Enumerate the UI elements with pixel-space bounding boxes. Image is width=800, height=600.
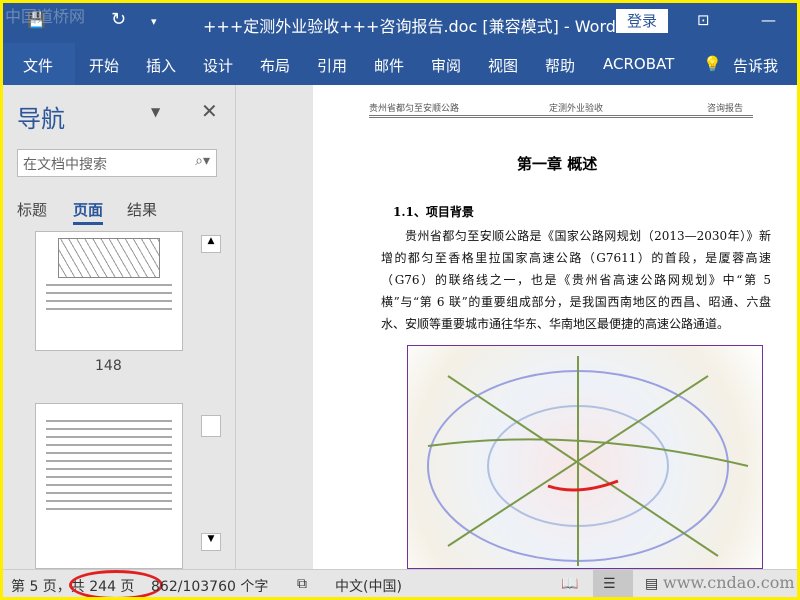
nav-title: 导航 xyxy=(17,105,65,133)
ribbon-display-icon[interactable]: ⊡ xyxy=(697,11,710,29)
lightbulb-icon: 💡 xyxy=(703,55,722,73)
annotation-circle xyxy=(69,570,163,597)
tab-help[interactable]: 帮助 xyxy=(545,55,575,76)
tell-me-button[interactable]: 告诉我 xyxy=(733,55,778,76)
road-network-map-image xyxy=(407,345,763,569)
language-indicator[interactable]: 中文(中国) xyxy=(335,576,402,596)
tab-pages[interactable]: 页面 xyxy=(73,199,104,225)
tab-design[interactable]: 设计 xyxy=(203,55,233,76)
tab-home[interactable]: 开始 xyxy=(89,55,119,76)
watermark-logo: 中国道桥网 xyxy=(5,7,86,26)
proofing-icon[interactable]: ⧉ xyxy=(297,576,307,592)
thumbnail-scrollbar[interactable]: ▲ ▼ xyxy=(201,235,221,551)
tab-file[interactable]: 文件 xyxy=(23,55,53,76)
document-area: 贵州省都匀至安顺公路 定测外业验收 咨询报告 第一章 概述 1.1、项目背景 贵… xyxy=(237,85,797,569)
section-heading: 1.1、项目背景 xyxy=(393,205,474,219)
search-input[interactable]: 在文档中搜索 ⌕▾ xyxy=(17,149,217,177)
status-bar: 第 5 页，共 244 页 862/103760 个字 ⧉ 中文(中国) 📖 ☰… xyxy=(3,569,797,597)
redo-icon[interactable]: ↻ xyxy=(111,9,126,30)
tab-view[interactable]: 视图 xyxy=(488,55,518,76)
watermark-text: www.cndao.com xyxy=(663,573,795,592)
document-page[interactable]: 贵州省都匀至安顺公路 定测外业验收 咨询报告 第一章 概述 1.1、项目背景 贵… xyxy=(313,85,797,569)
tab-review[interactable]: 审阅 xyxy=(431,55,461,76)
read-mode-icon[interactable]: 📖 xyxy=(561,576,578,592)
web-layout-icon[interactable]: ▤ xyxy=(645,576,658,592)
close-icon[interactable]: ✕ xyxy=(201,99,218,123)
tab-mailings[interactable]: 邮件 xyxy=(374,55,404,76)
header-center: 定测外业验收 xyxy=(549,104,604,114)
search-icon[interactable]: ⌕▾ xyxy=(195,153,210,169)
word-count[interactable]: 862/103760 个字 xyxy=(151,576,268,596)
title-bar: 💾 ↻ ▾ 中国道桥网 +++定测外业验收+++咨询报告.doc [兼容模式] … xyxy=(3,3,797,43)
tab-insert[interactable]: 插入 xyxy=(146,55,176,76)
header-right: 咨询报告 xyxy=(707,104,744,114)
tab-results[interactable]: 结果 xyxy=(127,199,157,220)
page-thumbnail[interactable] xyxy=(35,231,183,351)
tab-headings[interactable]: 标题 xyxy=(17,199,47,220)
ribbon-tabs: 文件 开始 插入 设计 布局 引用 邮件 审阅 视图 帮助 ACROBAT 💡 … xyxy=(3,43,797,85)
scroll-down-button[interactable]: ▼ xyxy=(201,533,221,551)
nav-options-icon[interactable]: ▼ xyxy=(151,105,160,119)
login-button[interactable]: 登录 xyxy=(616,9,668,33)
tab-layout[interactable]: 布局 xyxy=(260,55,290,76)
chapter-heading: 第一章 概述 xyxy=(517,155,598,173)
minimize-button[interactable]: — xyxy=(761,11,776,29)
body-paragraph: 贵州省都匀至安顺公路是《国家公路网规划（2013—2030年）》新增的都匀至香格… xyxy=(381,229,771,331)
customize-qat-icon[interactable]: ▾ xyxy=(151,15,157,28)
tab-acrobat[interactable]: ACROBAT xyxy=(603,55,674,73)
scroll-up-button[interactable]: ▲ xyxy=(201,235,221,253)
navigation-pane: 导航 ▼ ✕ 在文档中搜索 ⌕▾ 标题 页面 结果 148 ▲ ▼ xyxy=(3,85,236,569)
print-layout-icon[interactable]: ☰ xyxy=(603,576,616,592)
word-window: 💾 ↻ ▾ 中国道桥网 +++定测外业验收+++咨询报告.doc [兼容模式] … xyxy=(3,3,797,597)
tab-references[interactable]: 引用 xyxy=(317,55,347,76)
page-thumbnail[interactable] xyxy=(35,403,183,569)
header-left: 贵州省都匀至安顺公路 xyxy=(369,104,460,114)
window-title: +++定测外业验收+++咨询报告.doc [兼容模式] - Word xyxy=(203,17,616,36)
scroll-thumb[interactable] xyxy=(201,415,221,437)
search-placeholder: 在文档中搜索 xyxy=(23,157,107,173)
thumbnail-page-number: 148 xyxy=(95,358,122,374)
